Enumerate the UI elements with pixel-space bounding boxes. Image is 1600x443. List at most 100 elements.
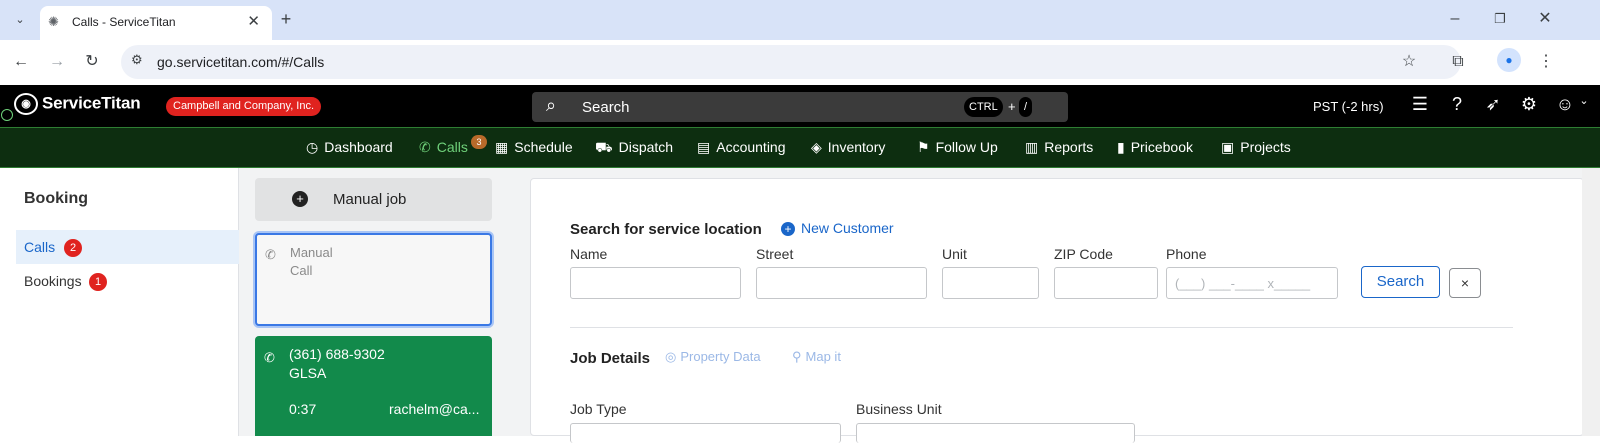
- active-call-card[interactable]: ✆ (361) 688-9302 GLSA 0:37 rachelm@ca...: [255, 336, 492, 436]
- servicetitan-logo[interactable]: ◉ ServiceTitan: [14, 93, 141, 115]
- phone-icon: ✆: [264, 350, 275, 365]
- rocket-icon[interactable]: ➶: [1482, 94, 1504, 115]
- page-scrollbar[interactable]: [1582, 168, 1600, 436]
- unit-label: Unit: [942, 246, 967, 262]
- search-placeholder: Search: [582, 99, 630, 116]
- street-input[interactable]: [756, 267, 927, 299]
- manual-job-button[interactable]: + Manual job: [255, 178, 492, 221]
- search-location-heading: Search for service location: [570, 221, 762, 238]
- name-input[interactable]: [570, 267, 741, 299]
- omnibox[interactable]: ⚙ go.servicetitan.com/#/Calls: [121, 45, 1461, 79]
- nav-dispatch[interactable]: ⛟ Dispatch: [595, 139, 673, 158]
- flag-icon: ⚑: [917, 139, 930, 155]
- name-label: Name: [570, 246, 608, 262]
- booking-form-card: Search for service location + New Custome…: [530, 178, 1584, 443]
- restore-icon[interactable]: ❐: [1486, 5, 1514, 33]
- count-badge: 2: [64, 239, 82, 257]
- plus-circle-icon: +: [781, 222, 795, 236]
- folder-icon: ▣: [1221, 139, 1235, 155]
- box-icon: ◈: [811, 139, 822, 155]
- help-icon[interactable]: ?: [1446, 94, 1468, 115]
- new-customer-label: New Customer: [801, 220, 894, 236]
- minimize-icon[interactable]: –: [1441, 5, 1469, 33]
- job-type-select[interactable]: [570, 423, 841, 443]
- forward-icon[interactable]: →: [43, 48, 71, 76]
- profile-avatar-icon[interactable]: ●: [1497, 48, 1521, 72]
- unit-input[interactable]: [942, 267, 1039, 299]
- reload-icon[interactable]: ↻: [78, 48, 106, 76]
- manual-call-card[interactable]: ✆ Manual Call: [255, 233, 492, 326]
- tab-list-chevron-icon[interactable]: ⌄: [6, 6, 34, 34]
- call-agent: rachelm@ca...: [389, 401, 480, 417]
- manual-job-label: Manual job: [333, 191, 407, 208]
- street-label: Street: [756, 246, 794, 262]
- phone-label: Phone: [1166, 246, 1207, 262]
- url-text: go.servicetitan.com/#/Calls: [157, 54, 325, 70]
- browser-menu-icon[interactable]: ⋮: [1532, 48, 1560, 76]
- call-list: + Manual job ✆ Manual Call ✆ (361) 688-9…: [239, 168, 512, 436]
- address-bar-row: ← → ↻ ⚙ go.servicetitan.com/#/Calls ☆ ⧉ …: [0, 40, 1600, 84]
- business-unit-label: Business Unit: [856, 401, 942, 417]
- chart-icon: ▥: [1025, 139, 1039, 155]
- search-icon: ⌕: [546, 95, 557, 115]
- close-tab-icon[interactable]: ✕: [247, 12, 260, 30]
- business-unit-select[interactable]: [856, 423, 1135, 443]
- main-panel: Search for service location + New Custome…: [512, 168, 1600, 443]
- sidebar-item-calls[interactable]: Calls 2: [16, 230, 239, 264]
- manual-call-line2: Call: [290, 263, 313, 278]
- browser-tab[interactable]: ✺ Calls - ServiceTitan ✕: [40, 6, 272, 40]
- sidebar-item-label: Bookings: [24, 273, 82, 289]
- clear-search-button[interactable]: ×: [1449, 268, 1481, 298]
- nav-accounting[interactable]: ▤ Accounting: [697, 139, 786, 156]
- servicetitan-favicon-icon: ✺: [48, 14, 59, 29]
- map-pin-icon: ⚲: [792, 349, 802, 364]
- caller-name: GLSA: [289, 365, 327, 381]
- calls-count-badge: 3: [471, 135, 487, 149]
- job-type-label: Job Type: [570, 401, 627, 417]
- nav-pricebook[interactable]: ▮ Pricebook: [1117, 139, 1193, 156]
- site-info-icon[interactable]: ⚙: [131, 52, 143, 68]
- settings-gear-icon[interactable]: ⚙: [1518, 94, 1540, 115]
- phone-input[interactable]: (___) ___-____ x_____: [1166, 267, 1338, 299]
- map-it-label: Map it: [805, 349, 841, 364]
- queue-search-icon[interactable]: ☰: [1409, 94, 1431, 115]
- sidebar-item-bookings[interactable]: Bookings 1: [16, 264, 239, 298]
- new-customer-link[interactable]: + New Customer: [781, 220, 894, 236]
- section-divider: [570, 327, 1513, 328]
- close-window-icon[interactable]: ✕: [1531, 5, 1559, 33]
- main-nav: ◷ Dashboard ✆ Calls 3 ▦ Schedule ⛟ Dispatch …: [0, 127, 1600, 168]
- extensions-icon[interactable]: ⧉: [1444, 48, 1472, 76]
- book-icon: ▮: [1117, 139, 1125, 155]
- job-details-heading: Job Details: [570, 350, 651, 367]
- new-tab-icon[interactable]: +: [272, 5, 300, 33]
- booking-sidebar: Booking Calls 2 Bookings 1: [0, 168, 239, 436]
- property-data-link[interactable]: ◎ Property Data: [665, 349, 761, 365]
- phone-placeholder: (___) ___-____ x_____: [1175, 276, 1311, 291]
- nav-reports[interactable]: ▥ Reports: [1025, 139, 1093, 156]
- company-badge[interactable]: Campbell and Company, Inc.: [166, 97, 322, 116]
- target-icon: ◎: [665, 349, 677, 364]
- app-header: ◉ ServiceTitan Campbell and Company, Inc.…: [0, 85, 1600, 127]
- count-badge: 1: [89, 273, 107, 291]
- nav-schedule[interactable]: ▦ Schedule: [495, 139, 573, 156]
- logo-text: ServiceTitan: [42, 93, 141, 113]
- user-menu-chevron-icon[interactable]: ⌄: [1573, 94, 1595, 107]
- nav-inventory[interactable]: ◈ Inventory: [811, 139, 885, 156]
- zip-input[interactable]: [1054, 267, 1158, 299]
- nav-follow-up[interactable]: ⚑ Follow Up: [917, 139, 998, 156]
- sidebar-heading: Booking: [24, 190, 88, 207]
- global-search[interactable]: ⌕ Search CTRL + /: [532, 92, 1068, 122]
- zip-label: ZIP Code: [1054, 246, 1113, 262]
- timezone-label[interactable]: PST (-2 hrs): [1313, 99, 1384, 114]
- kbd-slash: /: [1019, 97, 1033, 117]
- map-it-link[interactable]: ⚲ Map it: [792, 349, 841, 365]
- bookmark-star-icon[interactable]: ☆: [1395, 48, 1423, 76]
- nav-calls[interactable]: ✆ Calls: [419, 139, 468, 156]
- nav-projects[interactable]: ▣ Projects: [1221, 139, 1291, 156]
- search-button[interactable]: Search: [1361, 266, 1440, 298]
- nav-dashboard[interactable]: ◷ Dashboard: [306, 139, 393, 156]
- dashboard-icon: ◷: [306, 139, 319, 155]
- kbd-ctrl: CTRL: [964, 97, 1003, 117]
- back-icon[interactable]: ←: [7, 48, 35, 76]
- phone-icon: ✆: [419, 139, 431, 155]
